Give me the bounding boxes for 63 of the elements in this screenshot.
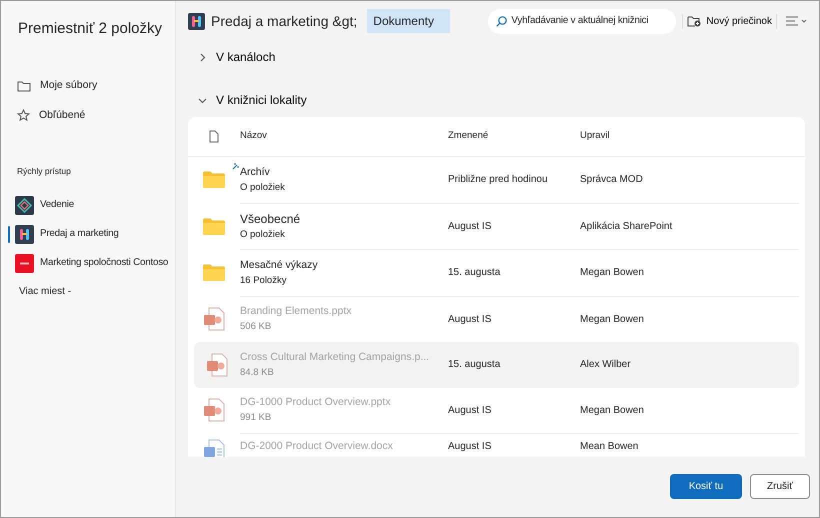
file-detail: 991 KB <box>240 411 272 425</box>
move-here-button[interactable]: Kosiť tu <box>670 474 742 498</box>
file-detail: O položiek <box>240 180 286 194</box>
site-logo-icon <box>188 12 205 30</box>
site-item[interactable]: Marketing spoločnosti Contoso <box>1 249 175 278</box>
star-icon <box>17 109 30 122</box>
modified-by: Megan Bowen <box>580 404 644 418</box>
file-name: DG-2000 Product Overview.docx <box>240 439 394 454</box>
presentation-file-icon <box>203 307 225 332</box>
search-icon <box>496 16 508 26</box>
breadcrumb-current: Dokumenty <box>367 9 450 33</box>
section-toggle[interactable]: V knižnici lokality <box>176 89 819 111</box>
modified-by: Megan Bowen <box>580 266 644 280</box>
modified-by: Megan Bowen <box>580 312 644 327</box>
presentation-file-icon <box>203 398 225 422</box>
breadcrumb-link[interactable]: Predaj a marketing &gt; <box>211 10 358 32</box>
file-type-icon <box>209 130 219 143</box>
file-name: Všeobecné <box>240 211 302 228</box>
site-item[interactable]: Predaj a marketing <box>1 220 175 250</box>
new-folder-button[interactable]: Nový priečinok <box>682 14 777 28</box>
file-name: Cross Cultural Marketing Campaigns.p... <box>240 350 430 365</box>
section-toggle[interactable]: V kanáloch <box>176 46 819 68</box>
modified-date: August IS <box>448 404 492 418</box>
file-name: Branding Elements.pptx <box>240 304 352 320</box>
chevron-right-icon <box>198 52 207 62</box>
column-header[interactable]: Názov <box>240 130 267 142</box>
search-field[interactable]: Vyhľadávanie v aktuálnej knižnici <box>488 8 676 34</box>
folder-icon <box>203 171 225 188</box>
modified-date: 15. augusta <box>448 358 502 372</box>
modified-by: Mean Bowen <box>580 440 638 454</box>
file-detail: 16 Položky <box>240 274 288 288</box>
modified-by: Správca MOD <box>580 173 643 188</box>
modified-date: August IS <box>448 440 492 454</box>
menu-icon <box>785 15 807 27</box>
modified-date: August IS <box>448 220 492 234</box>
modified-by: Alex Wilber <box>580 358 631 372</box>
file-name: Archív <box>240 164 271 180</box>
dialog-title: Premiestniť 2 položky <box>18 19 164 39</box>
file-detail: 506 KB <box>240 320 272 334</box>
column-header[interactable]: Upravil <box>580 130 610 142</box>
file-name: DG-1000 Product Overview.pptx <box>240 395 392 410</box>
column-header[interactable]: Zmenené <box>448 130 488 142</box>
chevron-down-icon <box>198 96 207 104</box>
site-item[interactable]: Vedenie <box>1 191 175 220</box>
folder-icon <box>203 218 225 235</box>
file-detail: O položiek <box>240 228 286 242</box>
more-places-link[interactable]: Viac miest - <box>19 284 175 300</box>
modified-date: 15. augusta <box>448 266 502 280</box>
view-options-button[interactable] <box>783 15 809 27</box>
sidebar-item[interactable]: Obľúbené <box>1 100 175 130</box>
modified-date: Približne pred hodinou <box>448 173 549 188</box>
folder-add-icon <box>687 15 702 27</box>
file-detail: 84.8 KB <box>240 366 275 380</box>
modified-date: August IS <box>448 312 492 327</box>
file-name: Mesačné výkazy <box>240 258 319 273</box>
presentation-file-icon <box>206 352 228 377</box>
folder-icon <box>203 264 225 282</box>
modified-by: Aplikácia SharePoint <box>580 220 672 234</box>
section-heading: Rýchly prístup <box>17 164 72 178</box>
sidebar-item[interactable]: Moje súbory <box>1 70 175 100</box>
search-input[interactable]: Vyhľadávanie v aktuálnej knižnici <box>511 14 670 28</box>
folder-icon <box>17 80 31 92</box>
cancel-button[interactable]: Zrušiť <box>750 474 810 498</box>
